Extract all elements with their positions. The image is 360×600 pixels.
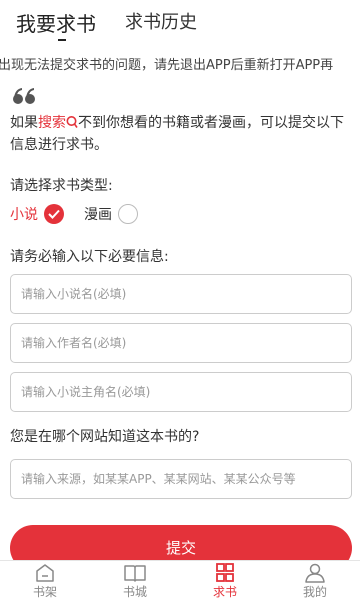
checkmark-icon	[48, 209, 60, 219]
nav-request-book-label: 求书	[212, 585, 237, 599]
active-tab-indicator	[58, 39, 66, 41]
type-option-comic-label: 漫画	[84, 207, 112, 223]
request-form-card: 出现无法提交求书的问题，请先退出APP后重新打开APP再 如果搜索 不到你想看的书…	[0, 48, 360, 560]
tab-request-history-label: 求书历史	[125, 12, 197, 33]
type-section-label: 请选择求书类型:	[10, 178, 113, 194]
quote-icon	[13, 88, 35, 104]
checked-radio-icon[interactable]	[44, 204, 64, 224]
required-info-label: 请务必输入以下必要信息:	[10, 249, 169, 265]
tab-request-book-label: 我要求书	[16, 12, 96, 36]
tab-request-book[interactable]: 我要求书	[16, 8, 96, 41]
author-field[interactable]	[10, 323, 352, 363]
type-option-novel-label: 小说	[10, 207, 38, 223]
source-input[interactable]	[11, 460, 351, 498]
unchecked-radio-icon[interactable]	[118, 204, 138, 224]
nav-bookshelf[interactable]: 书架	[15, 563, 75, 600]
source-section-label: 您是在哪个网站知道这本书的?	[10, 429, 200, 445]
nav-bookstore[interactable]: 书城	[105, 563, 165, 600]
novel-name-field[interactable]	[10, 274, 352, 314]
author-input[interactable]	[11, 324, 351, 362]
nav-mine[interactable]: 我的	[285, 563, 345, 600]
protagonist-input[interactable]	[11, 373, 351, 411]
description-text: 如果搜索 不到你想看的书籍或者漫画，可以提交以下信息进行求书。	[10, 112, 352, 156]
nav-mine-label: 我的	[302, 585, 327, 599]
nav-bookshelf-label: 书架	[32, 585, 57, 599]
nav-bookstore-label: 书城	[122, 585, 147, 599]
notice-marquee: 出现无法提交求书的问题，请先退出APP后重新打开APP再	[0, 58, 334, 73]
bookshelf-icon	[36, 564, 54, 582]
top-tab-bar: 我要求书 求书历史	[0, 0, 360, 48]
search-link-label: 搜索	[38, 115, 66, 131]
nav-request-book[interactable]: 求书	[195, 563, 255, 600]
grid-icon	[216, 563, 234, 582]
person-icon	[305, 563, 325, 583]
search-icon	[66, 116, 78, 128]
submit-button[interactable]: 提交	[10, 525, 352, 560]
type-option-comic[interactable]: 漫画	[84, 203, 138, 225]
type-option-novel[interactable]: 小说	[10, 203, 64, 225]
source-field[interactable]	[10, 459, 352, 499]
search-link[interactable]: 搜索	[38, 115, 78, 131]
open-book-icon	[124, 565, 146, 582]
bottom-nav: 书架 书城 求书 我的	[0, 560, 360, 600]
description-prefix: 如果	[10, 115, 38, 131]
protagonist-field[interactable]	[10, 372, 352, 412]
tab-request-history[interactable]: 求书历史	[125, 8, 197, 34]
novel-name-input[interactable]	[11, 275, 351, 313]
